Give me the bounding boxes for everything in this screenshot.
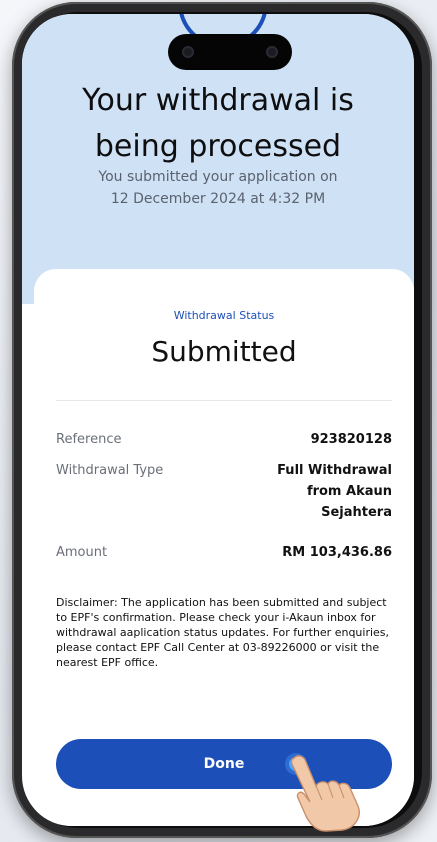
withdrawal-type-value: Full Withdrawal from Akaun Sejahtera [277, 460, 392, 523]
reference-number: 923820128 [310, 432, 392, 447]
detail-key: Reference [56, 432, 122, 447]
detail-row-reference: Reference 923820128 [56, 429, 392, 450]
camera-icon [182, 46, 194, 58]
camera-notch [168, 34, 292, 70]
page-title-line-1: Your withdrawal is [82, 83, 354, 118]
page-title: Your withdrawal is being processed [22, 78, 414, 170]
detail-key: Amount [56, 545, 108, 560]
withdrawal-type-line-1: Full Withdrawal [277, 463, 392, 478]
detail-row-amount: Amount RM 103,436.86 [56, 542, 392, 563]
detail-row-withdrawal-type: Withdrawal Type Full Withdrawal from Aka… [56, 460, 392, 523]
submission-date: 12 December 2024 at 4:32 PM [110, 191, 326, 207]
done-button-label: Done [203, 756, 245, 772]
page-title-line-2: being processed [94, 129, 342, 164]
withdrawal-type-line-3: Sejahtera [321, 505, 392, 520]
submission-info: You submitted your application on 12 Dec… [42, 166, 394, 210]
app-screen: Your withdrawal is being processed You s… [22, 14, 414, 826]
disclaimer-text: Disclaimer: The application has been sub… [56, 596, 390, 669]
withdrawal-type-line-2: from Akaun [306, 484, 392, 499]
hero-section: Your withdrawal is being processed You s… [22, 14, 414, 304]
divider [56, 400, 392, 401]
status-label: Withdrawal Status [173, 309, 275, 322]
detail-key: Withdrawal Type [56, 463, 164, 478]
submission-info-line-1: You submitted your application on [98, 169, 338, 185]
status-card: Withdrawal Status Submitted Reference 92… [34, 269, 414, 826]
amount-value: RM 103,436.86 [282, 545, 392, 560]
pointing-hand-icon [290, 755, 360, 832]
sensor-icon [266, 46, 278, 58]
status-value: Submitted [151, 335, 297, 368]
